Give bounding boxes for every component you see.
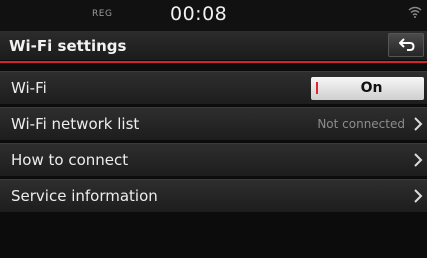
clock: 00:08 (170, 3, 228, 25)
wifi-toggle[interactable]: On (311, 77, 424, 100)
reg-indicator: REG (92, 9, 113, 19)
service-info-label: Service information (11, 187, 158, 205)
toggle-state: On (360, 80, 383, 96)
chevron-right-icon (414, 153, 423, 167)
page-title: Wi-Fi settings (9, 37, 127, 55)
wifi-row[interactable]: Wi-Fi On (0, 71, 427, 104)
back-arrow-icon (399, 38, 415, 51)
title-bar: Wi-Fi settings (0, 31, 427, 61)
chevron-right-icon (414, 189, 423, 203)
settings-list: Wi-Fi On Wi-Fi network list Not connecte… (0, 71, 427, 215)
header-divider (0, 61, 427, 63)
status-bar: REG 00:08 (0, 0, 427, 31)
network-list-label: Wi-Fi network list (11, 115, 140, 133)
how-to-connect-label: How to connect (11, 151, 129, 169)
service-info-row[interactable]: Service information (0, 179, 427, 212)
back-button[interactable] (388, 33, 424, 57)
chevron-right-icon (414, 117, 423, 131)
connection-status: Not connected (317, 117, 405, 131)
how-to-connect-row[interactable]: How to connect (0, 143, 427, 176)
wifi-label: Wi-Fi (11, 79, 47, 97)
wifi-signal-icon (408, 6, 422, 18)
network-list-row[interactable]: Wi-Fi network list Not connected (0, 107, 427, 140)
